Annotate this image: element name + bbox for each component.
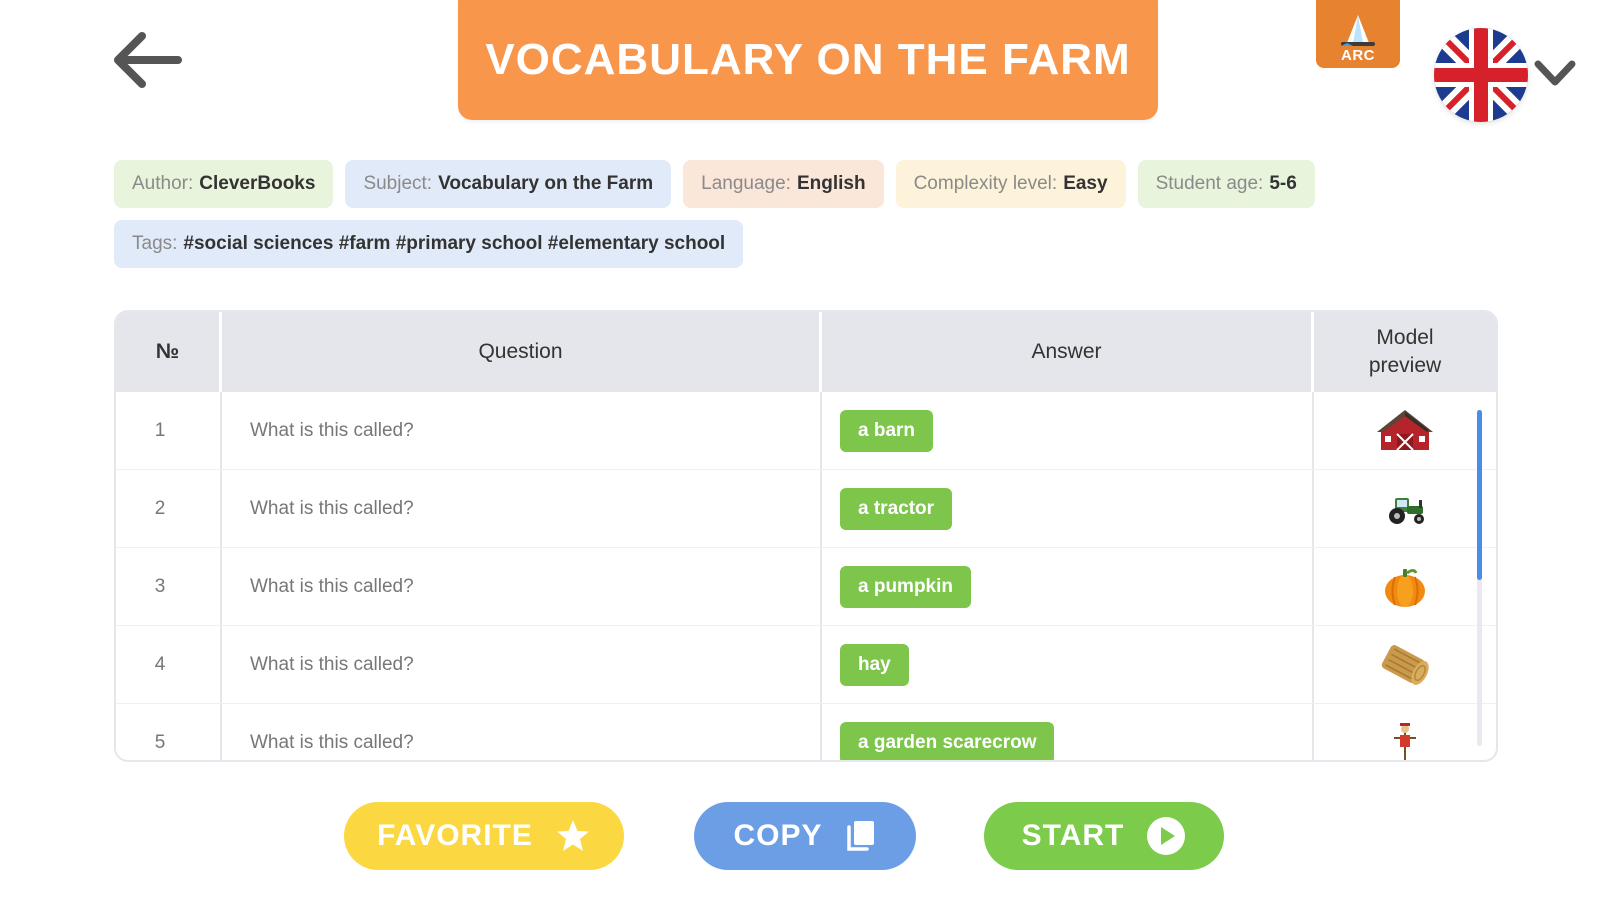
language-tag: Language: English [683, 160, 884, 208]
row-question: What is this called? [222, 626, 822, 703]
row-number: 5 [116, 704, 222, 760]
table-body[interactable]: 1 What is this called? a barn 2 What is … [116, 392, 1496, 760]
column-header-answer: Answer [822, 312, 1314, 392]
arc-label: ARC [1341, 47, 1375, 64]
scrollbar-thumb[interactable] [1477, 410, 1482, 580]
row-number: 3 [116, 548, 222, 625]
table-row: 5 What is this called? a garden scarecro… [116, 704, 1496, 760]
arc-logo-icon [1341, 15, 1375, 46]
answer-chip[interactable]: a garden scarecrow [840, 721, 1055, 760]
hashtags-tag: Tags: #social sciences #farm #primary sc… [114, 220, 744, 268]
barn-icon[interactable] [1375, 408, 1435, 454]
student-age-value: 5-6 [1269, 173, 1297, 194]
answer-chip[interactable]: a tractor [840, 487, 953, 530]
answer-chip[interactable]: a pumpkin [840, 565, 972, 608]
uk-flag-icon[interactable] [1434, 28, 1528, 122]
favorite-label: FAVORITE [377, 819, 533, 852]
student-age-tag: Student age: 5-6 [1137, 160, 1315, 208]
scarecrow-icon[interactable] [1390, 721, 1420, 761]
row-question: What is this called? [222, 470, 822, 547]
column-header-number: № [116, 312, 222, 392]
table-header: № Question Answer Model preview [116, 312, 1496, 392]
language-value: English [796, 173, 866, 194]
favorite-button[interactable]: FAVORITE [344, 802, 624, 870]
questions-table: № Question Answer Model preview 1 What i… [114, 310, 1498, 762]
column-header-model-preview: Model preview [1368, 325, 1442, 377]
page-title: VOCABULARY ON THE FARM [485, 35, 1131, 84]
row-question: What is this called? [222, 548, 822, 625]
row-number: 4 [116, 626, 222, 703]
table-row: 4 What is this called? hay [116, 626, 1496, 704]
hashtags-value: #social sciences #farm #primary school #… [183, 233, 726, 254]
back-button[interactable] [108, 24, 184, 96]
tractor-icon[interactable] [1381, 492, 1429, 526]
row-number: 2 [116, 470, 222, 547]
answer-chip[interactable]: hay [840, 643, 909, 686]
start-button[interactable]: START [984, 802, 1224, 870]
chevron-down-icon [1534, 60, 1576, 86]
copy-label: COPY [733, 819, 823, 852]
column-header-question: Question [222, 312, 822, 392]
author-tag: Author: CleverBooks [114, 160, 334, 208]
pumpkin-icon[interactable] [1382, 565, 1428, 609]
table-scrollbar[interactable] [1477, 410, 1482, 746]
table-row: 2 What is this called? a tractor [116, 470, 1496, 548]
copy-button[interactable]: COPY [694, 802, 916, 870]
subject-tag: Subject: Vocabulary on the Farm [345, 160, 672, 208]
table-row: 3 What is this called? a pumpkin [116, 548, 1496, 626]
copy-icon [846, 821, 874, 851]
start-label: START [1021, 819, 1125, 852]
arrow-left-icon [114, 32, 182, 88]
hashtags-row: Tags: #social sciences #farm #primary sc… [114, 220, 744, 268]
table-row: 1 What is this called? a barn [116, 392, 1496, 470]
author-value: CleverBooks [199, 173, 316, 194]
row-question: What is this called? [222, 392, 822, 469]
meta-tags-row: Author: CleverBooks Subject: Vocabulary … [114, 160, 1315, 208]
arc-button[interactable]: ARC [1316, 0, 1400, 68]
row-number: 1 [116, 392, 222, 469]
language-dropdown[interactable] [1532, 56, 1578, 92]
complexity-value: Easy [1063, 173, 1108, 194]
subject-value: Vocabulary on the Farm [438, 173, 654, 194]
answer-chip[interactable]: a barn [840, 409, 934, 452]
star-icon [556, 820, 589, 851]
play-icon [1147, 817, 1186, 855]
page-title-banner: VOCABULARY ON THE FARM [458, 0, 1158, 120]
row-question: What is this called? [222, 704, 822, 760]
complexity-tag: Complexity level: Easy [895, 160, 1126, 208]
hay-bale-icon[interactable] [1376, 642, 1434, 688]
